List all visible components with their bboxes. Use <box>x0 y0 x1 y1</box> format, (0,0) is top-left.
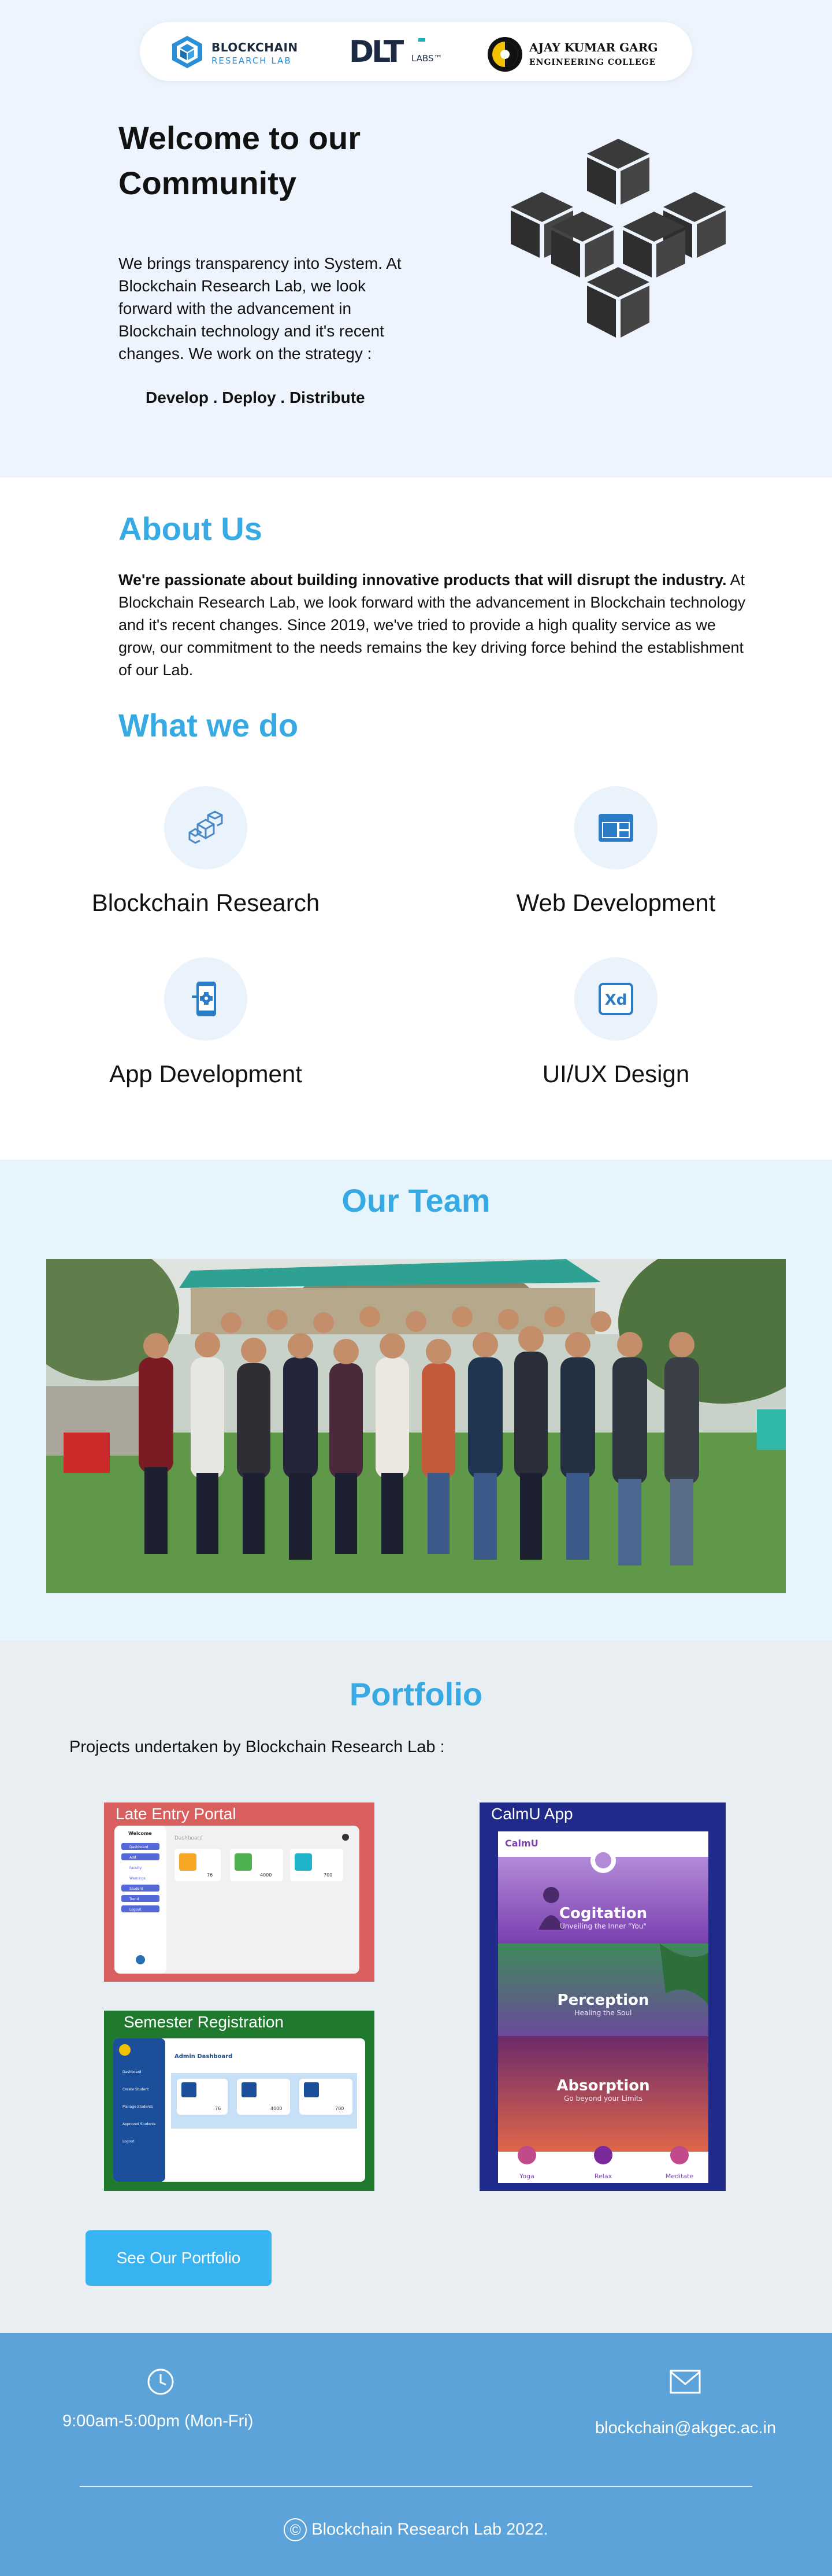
about-text: We're passionate about building innovati… <box>118 569 748 682</box>
about-title: About Us <box>118 510 262 547</box>
late-entry-menu-item: Dashboard <box>129 1845 148 1849</box>
calmu-item-subtitle: Go beyond your Limits <box>564 2094 642 2103</box>
calmu-tab-label: Meditate <box>666 2172 694 2180</box>
svg-text:Xd: Xd <box>605 991 627 1009</box>
service-uiux-design: Xd UI/UX Design <box>483 957 749 1088</box>
portfolio-section: Portfolio Projects undertaken by Blockch… <box>0 1641 832 2333</box>
semester-registration-screenshot: Dashboard Create Student Manage Students… <box>113 2038 365 2182</box>
project-title: Late Entry Portal <box>116 1805 236 1823</box>
calmu-item-title: Perception <box>558 1992 649 2009</box>
service-icon-circle: Xd <box>574 957 658 1041</box>
late-entry-menu-item: Add <box>129 1856 136 1860</box>
dlt-logo-sub: LABS™ <box>411 53 443 64</box>
calmu-app-name: CalmU <box>505 1838 538 1849</box>
late-entry-dashboard-heading: Dashboard <box>174 1835 203 1841</box>
late-entry-stat: 4000 <box>260 1872 272 1878</box>
service-label: UI/UX Design <box>542 1060 690 1087</box>
service-app-development: App Development <box>73 957 339 1088</box>
dlt-labs-logo[interactable]: DLT LABS™ <box>349 32 453 71</box>
late-entry-menu-item: Logout <box>129 1908 142 1912</box>
blockchain-cubes-illustration <box>511 139 726 338</box>
service-icon-circle <box>164 957 247 1041</box>
copyright-text: Blockchain Research Lab 2022. <box>311 2520 548 2539</box>
calmu-item-title: Cogitation <box>559 1905 647 1922</box>
late-entry-menu-item: Trend <box>129 1897 139 1901</box>
what-we-do-title: What we do <box>118 707 299 743</box>
service-web-development: Web Development <box>483 786 749 917</box>
portfolio-subtitle: Projects undertaken by Blockchain Resear… <box>69 1738 445 1756</box>
portfolio-title: Portfolio <box>349 1676 483 1712</box>
semester-menu-item: Logout <box>122 2140 135 2144</box>
college-logo-line1: AJAY KUMAR GARG <box>529 40 658 54</box>
late-entry-stat: 700 <box>324 1872 332 1878</box>
brl-logo-line2: RESEARCH LAB <box>211 55 292 66</box>
about-lead: We're passionate about building innovati… <box>118 571 727 589</box>
brl-hexagon-icon <box>172 36 202 68</box>
brl-logo-line1: BLOCKCHAIN <box>211 40 298 54</box>
mail-icon[interactable] <box>669 2369 701 2394</box>
cubes-icon <box>188 810 223 844</box>
service-blockchain-research: Blockchain Research <box>73 786 339 917</box>
brl-logo[interactable]: BLOCKCHAIN RESEARCH LAB <box>170 34 314 71</box>
see-portfolio-button[interactable]: See Our Portfolio <box>86 2230 272 2286</box>
mobile-gear-icon <box>192 982 216 1016</box>
browser-window-icon <box>599 814 633 842</box>
project-title: CalmU App <box>491 1805 573 1823</box>
hero-title: Welcome to our Community <box>118 120 361 201</box>
calmu-app-screenshot: CalmU Cogitation Unveiling the Inner "Yo… <box>498 1831 708 2183</box>
team-section: Our Team <box>0 1160 832 1641</box>
hero-section: BLOCKCHAIN RESEARCH LAB DLT LABS™ AJAY K… <box>0 0 832 478</box>
service-icon-circle <box>574 786 658 869</box>
office-hours: 9:00am-5:00pm (Mon-Fri) <box>62 2412 254 2430</box>
late-entry-menu-item: Student <box>129 1887 143 1891</box>
late-entry-portal-screenshot: Welcome Dashboard Dashboard Add Faculty … <box>114 1826 359 1974</box>
semester-menu-item: Manage Students <box>122 2105 153 2109</box>
dlt-logo-main: DLT <box>349 35 404 69</box>
semester-menu-item: Dashboard <box>122 2070 142 2074</box>
late-entry-menu-item: Warnings <box>129 1877 146 1881</box>
partner-logo-bar: BLOCKCHAIN RESEARCH LAB DLT LABS™ AJAY K… <box>140 22 692 81</box>
semester-stat: 700 <box>335 2106 344 2111</box>
project-card-late-entry-portal[interactable]: Late Entry Portal Welcome Dashboard Dash… <box>104 1803 374 1982</box>
footer: 9:00am-5:00pm (Mon-Fri) blockchain@akgec… <box>0 2333 832 2576</box>
service-icon-circle <box>164 786 247 869</box>
college-seal-icon <box>488 37 522 72</box>
contact-email-link[interactable]: blockchain@akgec.ac.in <box>595 2419 776 2438</box>
calmu-tab-label: Yoga <box>519 2172 534 2180</box>
clock-icon <box>147 2368 174 2395</box>
semester-stat: 4000 <box>270 2106 282 2111</box>
hero-tagline: Develop . Deploy . Distribute <box>146 388 365 406</box>
calmu-tab-label: Relax <box>595 2172 612 2180</box>
project-card-calmu-app[interactable]: CalmU App CalmU Cogitation Unveiling the… <box>480 1803 726 2191</box>
late-entry-stat: 76 <box>207 1872 213 1878</box>
team-group-photo <box>46 1259 786 1593</box>
calmu-item-subtitle: Unveiling the Inner "You" <box>560 1922 647 1930</box>
semester-menu-item: Approved Students <box>122 2122 155 2126</box>
xd-icon: Xd <box>599 983 633 1015</box>
copyright-icon: © <box>284 2518 307 2541</box>
copyright: © Blockchain Research Lab 2022. <box>0 2518 832 2541</box>
footer-divider <box>80 2486 752 2487</box>
team-title: Our Team <box>341 1182 491 1219</box>
semester-menu-item: Create Student <box>122 2088 149 2092</box>
calmu-item-title: Absorption <box>556 2077 649 2094</box>
service-label: Web Development <box>516 889 716 916</box>
project-card-semester-registration[interactable]: Semester Registration Dashboard Create S… <box>104 2011 374 2191</box>
hero-description: We brings transparency into System. At B… <box>118 254 402 362</box>
service-label: App Development <box>109 1060 302 1087</box>
service-label: Blockchain Research <box>91 889 320 916</box>
calmu-item-subtitle: Healing the Soul <box>575 2009 632 2017</box>
semester-dashboard-heading: Admin Dashboard <box>174 2053 232 2060</box>
akgec-logo[interactable]: AJAY KUMAR GARG ENGINEERING COLLEGE <box>486 32 677 72</box>
late-entry-menu-item: Faculty <box>129 1866 142 1870</box>
late-entry-welcome: Welcome <box>128 1831 152 1836</box>
dlt-logo-accent <box>418 38 425 42</box>
college-logo-line2: ENGINEERING COLLEGE <box>529 58 656 67</box>
project-title: Semester Registration <box>124 2013 284 2031</box>
semester-stat: 76 <box>215 2106 221 2111</box>
